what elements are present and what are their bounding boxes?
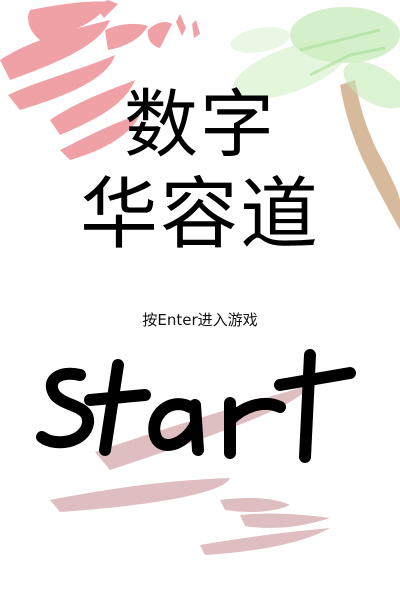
game-title-line-1: 数字 [124,82,276,168]
game-title-line-2: 华容道 [79,170,320,260]
start-word-icon [36,349,356,463]
start-button[interactable] [30,345,375,485]
start-screen: 数字 华容道 按Enter进入游戏 [0,0,400,600]
enter-hint: 按Enter进入游戏 [142,311,258,329]
